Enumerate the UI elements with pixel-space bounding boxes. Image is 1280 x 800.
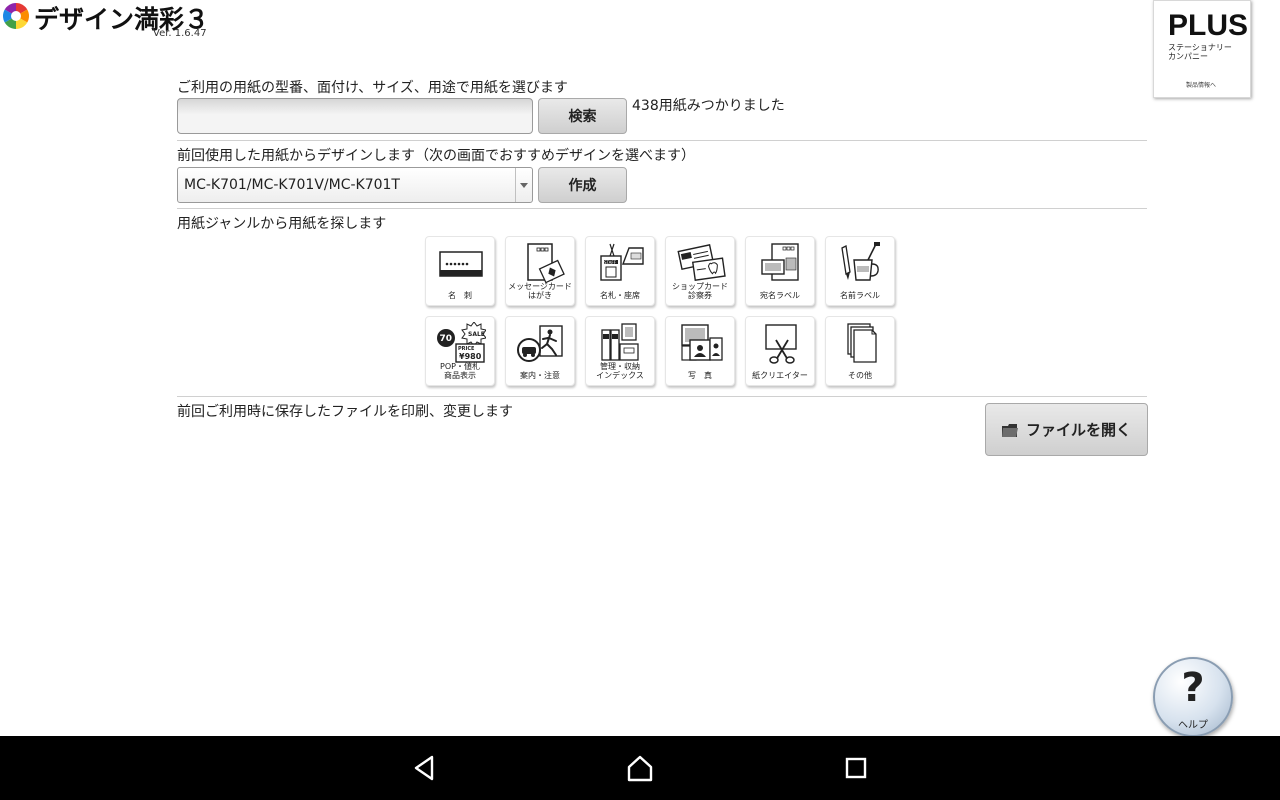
back-triangle-icon xyxy=(414,755,434,781)
recent-section-label: 前回使用した用紙からデザインします（次の画面でおすすめデザインを選べます） xyxy=(177,148,695,164)
name-tag-icon: STAFF xyxy=(600,243,644,281)
file-section-label: 前回ご利用時に保存したファイルを印刷、変更します xyxy=(177,404,513,420)
help-label: ヘルプ xyxy=(1178,720,1208,731)
paper-creator-icon xyxy=(765,324,797,364)
app-version: Ver. 1.6.47 xyxy=(153,28,207,39)
tile-label: 案内・注意 xyxy=(520,371,560,380)
tile-label: 宛名ラベル xyxy=(760,291,800,300)
system-nav-bar xyxy=(0,736,1280,800)
tile-label: 管理・収納 インデックス xyxy=(596,362,644,380)
business-card-icon xyxy=(439,251,483,277)
nav-back-button[interactable] xyxy=(392,736,456,800)
search-section-label: ご利用の用紙の型番、面付け、サイズ、用途で用紙を選びます xyxy=(177,80,568,96)
nav-home-button[interactable] xyxy=(608,736,672,800)
create-button[interactable]: 作成 xyxy=(538,167,627,203)
dropdown-arrow-icon xyxy=(520,183,528,188)
genre-tile-photo[interactable]: 写 真 xyxy=(665,316,735,386)
name-label-icon xyxy=(841,242,880,281)
guide-notice-icon xyxy=(517,325,563,362)
genre-tile-shop-card[interactable]: ショップカード 診察券 xyxy=(665,236,735,306)
genre-tile-pop-price-tag[interactable]: 70 SALE PRICE ¥980 POP・値札 商品表示 xyxy=(425,316,495,386)
app-logo-icon xyxy=(2,2,30,30)
plus-brand-link[interactable]: PLUS ステーショナリー カンパニー 製品情報へ xyxy=(1153,0,1251,98)
other-icon xyxy=(847,323,877,363)
open-file-button[interactable]: ファイルを開く xyxy=(985,403,1148,456)
tile-label: 写 真 xyxy=(688,371,712,380)
message-card-icon xyxy=(527,243,565,284)
genre-section-label: 用紙ジャンルから用紙を探します xyxy=(177,216,387,232)
open-file-label: ファイルを開く xyxy=(1025,421,1131,439)
address-label-icon xyxy=(761,243,799,281)
icon-seventy-text: 70 xyxy=(440,334,453,344)
brand-name: PLUS xyxy=(1168,9,1249,42)
tile-label: メッセージカード はがき xyxy=(508,282,572,300)
genre-tile-paper-creator[interactable]: 紙クリエイター xyxy=(745,316,815,386)
genre-tile-message-card[interactable]: メッセージカード はがき xyxy=(505,236,575,306)
tile-label: その他 xyxy=(848,371,872,380)
genre-tile-guide-notice[interactable]: 案内・注意 xyxy=(505,316,575,386)
shop-card-icon xyxy=(677,244,726,281)
brand-subtitle-line2: カンパニー xyxy=(1168,52,1208,61)
icon-amount-text: ¥980 xyxy=(459,352,482,361)
genre-tile-name-label[interactable]: 名前ラベル xyxy=(825,236,895,306)
search-button[interactable]: 検索 xyxy=(538,98,627,134)
home-icon xyxy=(627,755,653,782)
search-result-count: 438用紙みつかりました xyxy=(632,98,785,114)
select-divider xyxy=(515,168,516,202)
icon-staff-text: STAFF xyxy=(604,260,617,265)
divider xyxy=(177,208,1147,209)
nav-recents-button[interactable] xyxy=(824,736,888,800)
tile-label: 名 刺 xyxy=(448,291,472,300)
tile-label: 紙クリエイター xyxy=(752,371,808,380)
icon-sale-text: SALE xyxy=(468,331,485,338)
recent-paper-select[interactable]: MC-K701/MC-K701V/MC-K701T xyxy=(177,167,533,203)
divider xyxy=(177,140,1147,141)
genre-tile-address-label[interactable]: 宛名ラベル xyxy=(745,236,815,306)
pop-price-tag-icon: 70 SALE PRICE ¥980 xyxy=(437,322,486,363)
tile-label: ショップカード 診察券 xyxy=(672,282,728,300)
tile-label: POP・値札 商品表示 xyxy=(440,362,480,380)
divider xyxy=(177,396,1147,397)
tile-label: 名前ラベル xyxy=(840,291,880,300)
genre-tile-other[interactable]: その他 xyxy=(825,316,895,386)
photo-icon xyxy=(681,324,723,361)
paper-search-input[interactable] xyxy=(177,98,533,134)
product-info-link: 製品情報へ xyxy=(1186,82,1217,89)
index-storage-icon xyxy=(601,323,639,361)
genre-tile-index-storage[interactable]: 管理・収納 インデックス xyxy=(585,316,655,386)
help-question-icon: ? xyxy=(1181,665,1205,711)
genre-tile-business-card[interactable]: 名 刺 xyxy=(425,236,495,306)
help-button[interactable]: ? ヘルプ xyxy=(1153,657,1233,737)
tile-label: 名札・座席 xyxy=(600,291,640,300)
selected-paper-value: MC-K701/MC-K701V/MC-K701T xyxy=(184,177,400,193)
folder-icon xyxy=(1001,423,1018,437)
genre-tile-name-tag[interactable]: STAFF 名札・座席 xyxy=(585,236,655,306)
recents-square-icon xyxy=(845,757,867,779)
